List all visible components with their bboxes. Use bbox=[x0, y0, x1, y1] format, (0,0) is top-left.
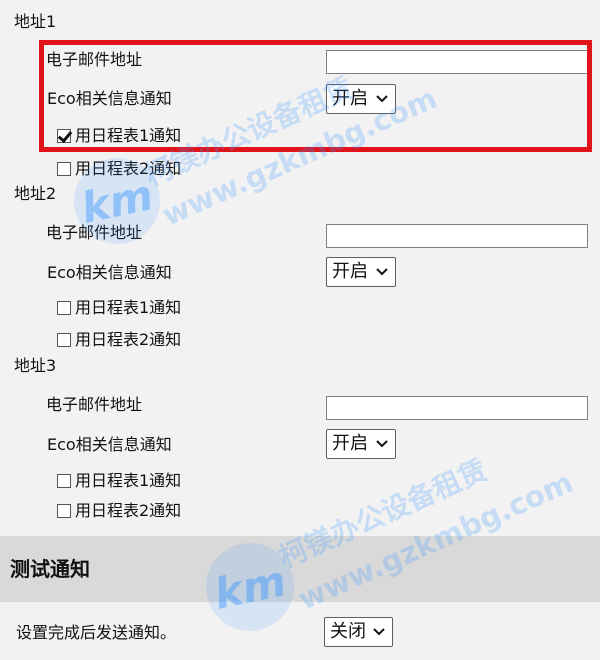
address-2-heading: 地址2 bbox=[14, 184, 57, 203]
address-2-schedule-1-checkbox[interactable] bbox=[57, 301, 71, 315]
address-2-schedule-2-row[interactable]: 用日程表2通知 bbox=[57, 330, 181, 350]
test-section-title: 测试通知 bbox=[10, 557, 90, 581]
address-2-eco-select[interactable]: 开启 bbox=[326, 257, 396, 287]
address-2-schedule-1-row[interactable]: 用日程表1通知 bbox=[57, 298, 181, 318]
send-after-setting-value: 关闭 bbox=[330, 621, 366, 642]
address-2-schedule-2-checkbox[interactable] bbox=[57, 333, 71, 347]
address-2-email-input[interactable] bbox=[326, 224, 588, 248]
address-3-email-label: 电子邮件地址 bbox=[46, 395, 143, 414]
address-1-heading: 地址1 bbox=[14, 12, 57, 31]
send-after-setting-select[interactable]: 关闭 bbox=[324, 617, 393, 647]
chevron-down-icon bbox=[373, 263, 391, 281]
chevron-down-icon bbox=[370, 623, 388, 641]
watermark-logo-text-lower: km bbox=[209, 555, 291, 619]
address-3-schedule-1-label: 用日程表1通知 bbox=[75, 471, 182, 490]
address-3-eco-select[interactable]: 开启 bbox=[326, 429, 396, 459]
chevron-down-icon bbox=[373, 435, 391, 453]
address-3-eco-label: Eco相关信息通知 bbox=[47, 435, 172, 454]
address-2-eco-value: 开启 bbox=[332, 261, 368, 282]
watermark-logo-text-upper: km bbox=[76, 169, 158, 233]
address-1-schedule-2-checkbox[interactable] bbox=[57, 162, 71, 176]
address-3-schedule-2-checkbox[interactable] bbox=[57, 504, 71, 518]
send-after-setting-label: 设置完成后发送通知。 bbox=[16, 623, 177, 642]
address-2-schedule-1-label: 用日程表1通知 bbox=[75, 298, 182, 317]
settings-page: 地址1 电子邮件地址 Eco相关信息通知 开启 用日程表1通知 用日程表2通知 … bbox=[0, 0, 600, 660]
address-3-eco-value: 开启 bbox=[332, 433, 368, 454]
address-3-email-input[interactable] bbox=[326, 396, 588, 420]
address-3-schedule-1-row[interactable]: 用日程表1通知 bbox=[57, 471, 181, 491]
address-3-schedule-2-row[interactable]: 用日程表2通知 bbox=[57, 501, 181, 521]
address-2-eco-label: Eco相关信息通知 bbox=[47, 263, 172, 282]
address-2-schedule-2-label: 用日程表2通知 bbox=[75, 330, 182, 349]
address-3-schedule-2-label: 用日程表2通知 bbox=[75, 501, 182, 520]
address-3-heading: 地址3 bbox=[14, 356, 57, 375]
address-3-schedule-1-checkbox[interactable] bbox=[57, 474, 71, 488]
